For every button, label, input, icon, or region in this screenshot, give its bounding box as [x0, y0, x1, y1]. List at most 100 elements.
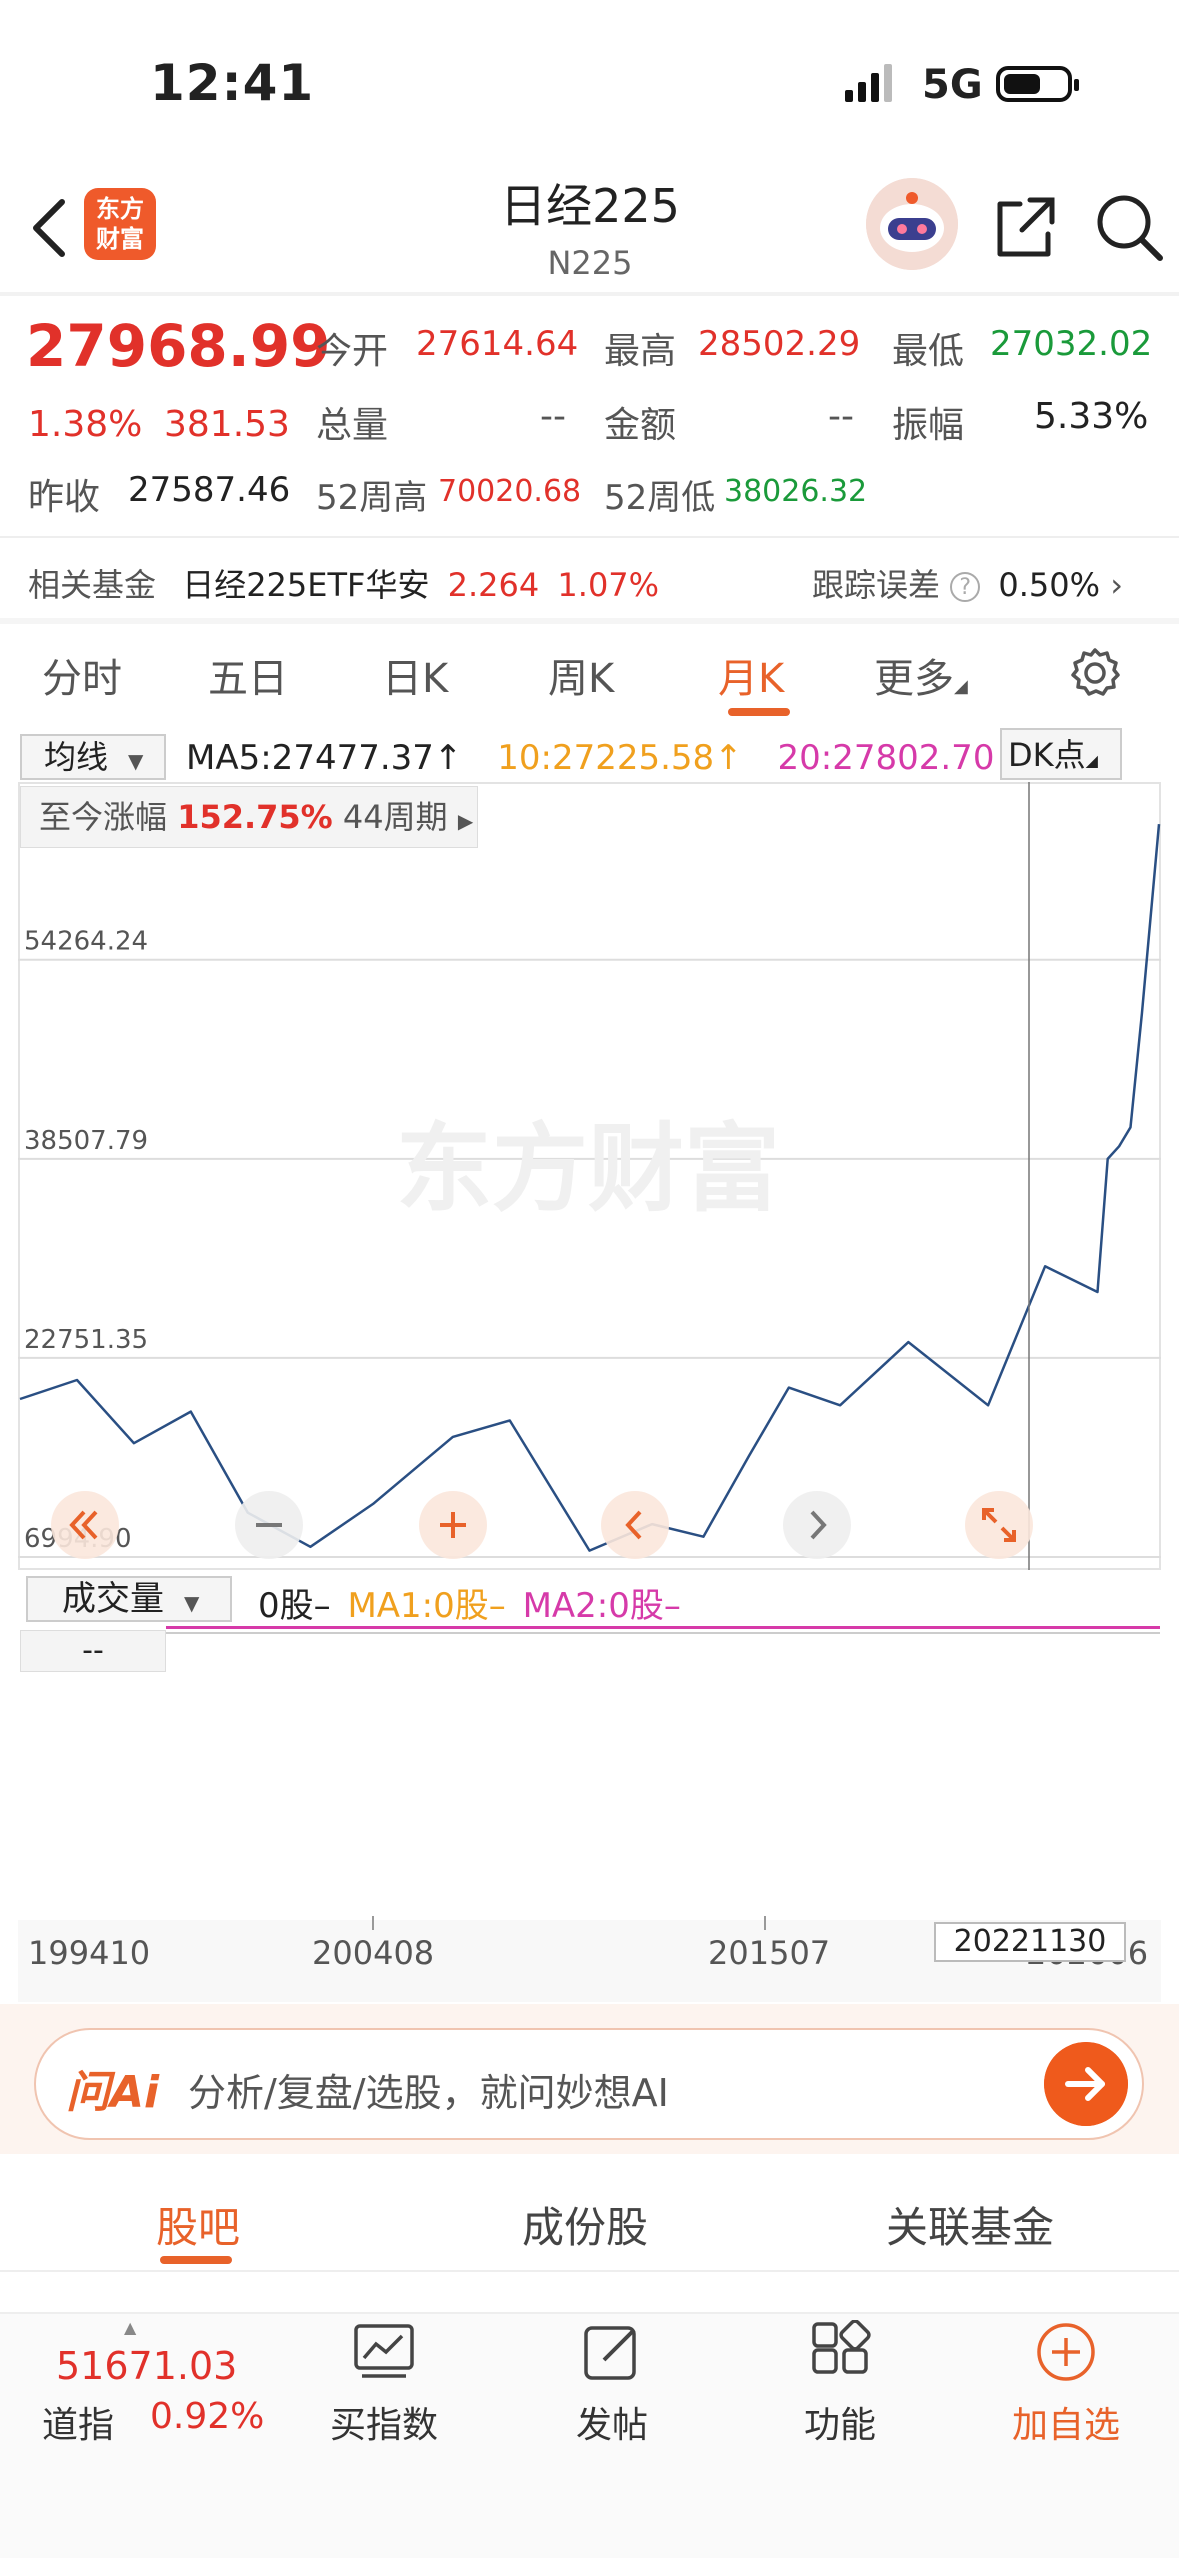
volume-value: -- — [540, 396, 566, 437]
volume-label: 总量 — [316, 405, 389, 446]
prev-close-value: 27587.46 — [128, 470, 291, 510]
tab-constituents[interactable]: 成份股 — [522, 2194, 648, 2255]
ma5-value: MA5:27477.37 — [186, 738, 434, 778]
functions-label[interactable]: 功能 — [788, 2396, 892, 2448]
volume-ma2: MA2:0股– — [522, 1586, 681, 1626]
arrow-right-icon[interactable] — [1044, 2042, 1128, 2126]
tracking-error[interactable]: 跟踪误差 ? 0.50% › — [812, 560, 1123, 606]
divider — [0, 292, 1179, 296]
stock-code: N225 — [547, 244, 633, 282]
ma10-arrow: ↑ — [714, 738, 743, 778]
low-value: 27032.02 — [990, 324, 1153, 364]
scroll-right-icon[interactable] — [782, 1490, 852, 1560]
open-label: 今开 — [316, 331, 389, 372]
add-watchlist-icon[interactable] — [1034, 2320, 1098, 2384]
ai-input-placeholder[interactable]: 分析/复盘/选股，就问妙想AI — [188, 2062, 669, 2117]
dropdown-triangle-icon: ◢ — [954, 676, 968, 697]
x-label: 201507 — [708, 1934, 831, 1972]
x-tick — [372, 1916, 374, 1930]
dow-value[interactable]: 51671.03 — [56, 2344, 237, 2388]
volume-select[interactable]: 成交量 ▼ — [26, 1576, 232, 1622]
tab-more[interactable]: 更多◢ — [874, 646, 968, 704]
status-time: 12:41 — [150, 54, 315, 112]
active-tab-indicator — [728, 708, 790, 716]
price-chart[interactable]: 东方财富 6994.9022751.3538507.7954264.24 — [18, 782, 1161, 1570]
related-fund-row[interactable]: 相关基金 日经225ETF华安 2.264 1.07% — [28, 560, 659, 606]
ma-legend: MA5:27477.37↑ 10:27225.58↑ 20:27802.70↓ — [186, 738, 1023, 778]
y-tick-label: 54264.24 — [24, 927, 148, 957]
amplitude-label: 振幅 — [892, 405, 965, 446]
chevron-right-icon: › — [1110, 566, 1123, 604]
tab-week-k[interactable]: 周K — [548, 646, 614, 704]
gain-value: 152.75% — [177, 798, 333, 836]
amount-label: 金额 — [604, 405, 677, 446]
tab-related-funds[interactable]: 关联基金 — [886, 2194, 1054, 2255]
gain-summary[interactable]: 至今涨幅 152.75% 44周期 ▶ — [20, 786, 478, 848]
tab-five-day[interactable]: 五日 — [208, 646, 288, 704]
tab-intraday[interactable]: 分时 — [42, 646, 122, 704]
x-label: 199410 — [28, 1934, 151, 1972]
tab-month-k[interactable]: 月K — [718, 646, 784, 704]
settings-gear-icon[interactable] — [1068, 646, 1122, 700]
y-axis-labels: 6994.9022751.3538507.7954264.24 — [24, 927, 148, 1554]
fund-name: 日经225ETF华安 — [182, 566, 430, 604]
gain-label: 至今涨幅 — [39, 798, 168, 836]
high-label: 最高 — [604, 331, 677, 372]
crosshair-date: 20221130 — [934, 1922, 1126, 1962]
ai-logo: 问Ai — [66, 2067, 160, 2118]
buy-index-label[interactable]: 买指数 — [326, 2396, 442, 2448]
ma10-value: 10:27225.58 — [497, 738, 715, 778]
buy-index-chart-icon[interactable] — [352, 2320, 416, 2384]
edit-post-icon[interactable] — [580, 2320, 644, 2384]
prev-close-label: 昨收 — [28, 477, 101, 518]
page-title: 日经225 — [500, 179, 680, 233]
share-icon[interactable] — [990, 192, 1060, 262]
y-tick-label: 38507.79 — [24, 1126, 148, 1156]
zoom-in-icon[interactable] — [418, 1490, 488, 1560]
search-icon[interactable] — [1094, 192, 1164, 262]
volume-baseline — [166, 1632, 1160, 1634]
scroll-left-icon[interactable] — [600, 1490, 670, 1560]
scroll-left-fast-icon[interactable] — [50, 1490, 120, 1560]
amplitude-value: 5.33% — [1034, 396, 1149, 437]
low-label: 最低 — [892, 331, 965, 372]
change-value: 381.53 — [164, 404, 290, 445]
add-watchlist-label[interactable]: 加自选 — [1000, 2396, 1132, 2448]
back-arrow-icon[interactable] — [26, 196, 76, 260]
divider — [0, 618, 1179, 624]
volume-ma-line — [166, 1626, 1160, 1629]
x-label: 200408 — [312, 1934, 435, 1972]
post-label[interactable]: 发帖 — [560, 2396, 664, 2448]
tab-day-k[interactable]: 日K — [382, 646, 448, 704]
dow-pct[interactable]: 0.92% — [150, 2396, 264, 2437]
network-label: 5G — [922, 62, 983, 108]
dropdown-triangle-icon: ◢ — [1085, 751, 1098, 770]
triangle-up-icon: ▲ — [124, 2318, 137, 2337]
dk-point-select[interactable]: DK点◢ — [1000, 728, 1122, 780]
ma5-arrow: ↑ — [433, 738, 463, 778]
watermark: 东方财富 — [396, 1113, 780, 1225]
tracking-value: 0.50% — [998, 566, 1101, 604]
caret-down-icon: ▼ — [184, 1591, 200, 1615]
caret-down-icon: ▼ — [128, 749, 144, 773]
current-price: 27968.99 — [26, 312, 331, 380]
help-icon[interactable]: ? — [950, 572, 981, 602]
tracking-label: 跟踪误差 — [812, 566, 941, 604]
x-tick — [764, 1916, 766, 1930]
w52-high-label: 52周高 — [316, 478, 428, 518]
active-tab-indicator — [160, 2256, 232, 2264]
signal-icon — [845, 64, 892, 102]
battery-icon — [996, 66, 1079, 102]
tab-guba[interactable]: 股吧 — [156, 2194, 240, 2255]
related-fund-label: 相关基金 — [28, 566, 157, 604]
dow-label[interactable]: 道指 — [42, 2396, 114, 2448]
volume-ma1: MA1:0股– — [347, 1586, 506, 1626]
divider — [0, 536, 1179, 538]
ai-robot-avatar-icon[interactable] — [866, 178, 958, 270]
fullscreen-icon[interactable] — [964, 1490, 1034, 1560]
functions-grid-icon[interactable] — [808, 2320, 872, 2384]
zoom-out-icon[interactable] — [234, 1490, 304, 1560]
ma-select[interactable]: 均线 ▼ — [20, 734, 166, 780]
app-logo: 东方 财富 — [84, 188, 156, 260]
divider — [0, 2270, 1179, 2272]
